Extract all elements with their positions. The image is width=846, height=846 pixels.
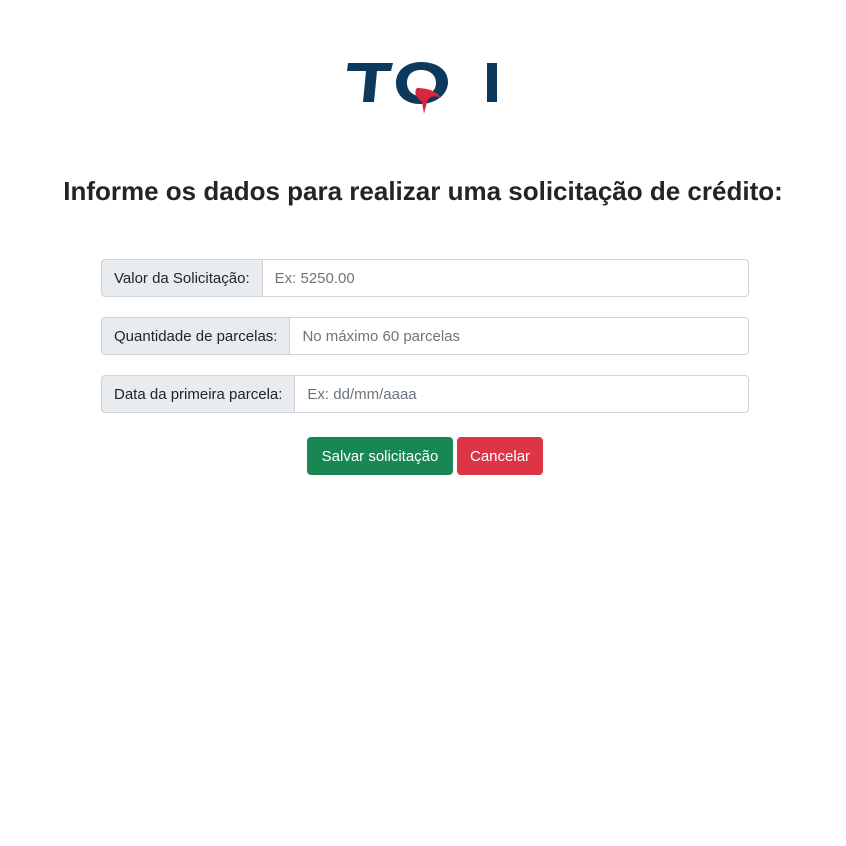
cancel-button[interactable]: Cancelar (457, 437, 543, 475)
page-title: Informe os dados para realizar uma solic… (63, 176, 783, 206)
first-installment-date-group: Data da primeira parcela: (101, 375, 749, 413)
installments-label: Quantidade de parcelas: (101, 317, 290, 355)
request-amount-group: Valor da Solicitação: (101, 259, 749, 297)
request-amount-label: Valor da Solicitação: (101, 259, 262, 297)
first-installment-date-label: Data da primeira parcela: (101, 375, 295, 413)
first-installment-date-input[interactable] (294, 375, 749, 413)
installments-group: Quantidade de parcelas: (101, 317, 749, 355)
tqi-logo (347, 58, 499, 120)
request-amount-input[interactable] (261, 259, 749, 297)
installments-input[interactable] (289, 317, 749, 355)
save-request-button[interactable]: Salvar solicitação (307, 437, 453, 475)
tqi-logo-mark (347, 62, 497, 114)
